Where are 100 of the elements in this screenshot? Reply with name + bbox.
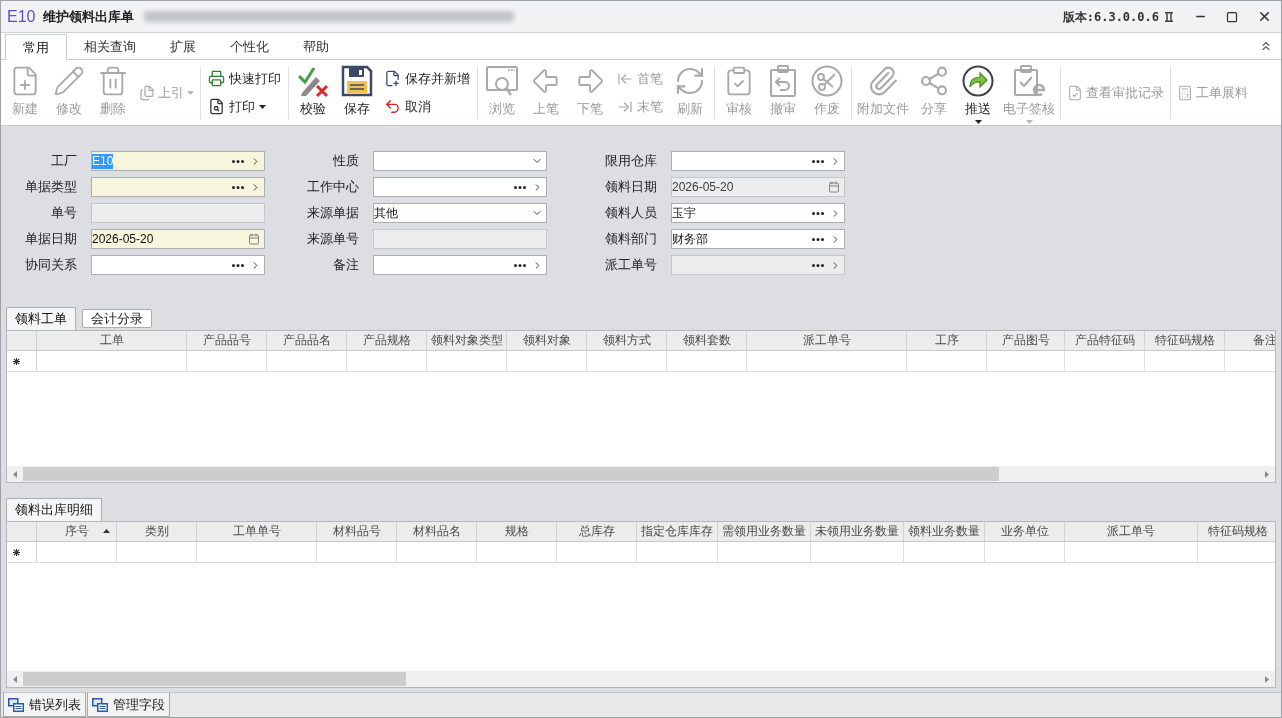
clipboard-undo-icon — [767, 65, 799, 97]
field-label: 领料部门 — [604, 231, 657, 247]
grid-tab[interactable]: 领料出库明细 — [6, 498, 102, 521]
column-header[interactable]: 产品品号 — [187, 331, 267, 350]
lookup-field[interactable]: 玉宇 — [671, 203, 845, 223]
dropdown-field[interactable] — [373, 151, 547, 171]
toolbar-button[interactable]: 保存并新增 — [382, 67, 472, 90]
date-field[interactable]: 2026-05-20 — [91, 229, 265, 249]
column-header[interactable]: 规格 — [477, 522, 557, 541]
column-header[interactable]: 特征码规格 — [1198, 522, 1275, 541]
more-icon[interactable] — [232, 185, 244, 189]
column-header[interactable]: 需领用业务数量 — [718, 522, 811, 541]
column-header[interactable]: 工单 — [37, 331, 187, 350]
more-icon[interactable] — [514, 263, 526, 267]
lookup-field[interactable] — [91, 177, 265, 197]
lookup-field[interactable] — [91, 255, 265, 275]
lookup-field[interactable] — [671, 151, 845, 171]
column-header[interactable]: 工序 — [907, 331, 987, 350]
scroll-right-icon[interactable] — [1265, 470, 1269, 478]
calculator-icon — [1177, 84, 1193, 101]
more-icon[interactable] — [812, 211, 824, 215]
chevron-right-icon[interactable] — [250, 155, 261, 167]
ribbon-tab[interactable]: 常用 — [5, 34, 67, 60]
column-header[interactable]: 领料套数 — [667, 331, 747, 350]
scroll-left-icon[interactable] — [13, 675, 17, 683]
column-header[interactable]: 派工单号 — [747, 331, 907, 350]
maximize-icon — [1226, 10, 1238, 23]
scrollbar-thumb[interactable] — [23, 467, 1000, 481]
pencil-icon — [53, 65, 85, 97]
bottom-tab[interactable]: 错误列表 — [3, 693, 86, 717]
calendar-icon[interactable] — [248, 233, 260, 245]
toolbar-button[interactable]: 保存 — [335, 60, 379, 125]
column-header[interactable]: 领料对象 — [507, 331, 587, 350]
toolbar-button[interactable]: 推送 — [956, 60, 1000, 125]
grid-tab[interactable]: 会计分录 — [82, 309, 152, 328]
field-label: 领料日期 — [604, 179, 657, 195]
double-bar-icon[interactable] — [1165, 11, 1173, 22]
bottom-tab[interactable]: 管理字段 — [87, 693, 170, 717]
column-header[interactable]: 总库存 — [557, 522, 637, 541]
lookup-field[interactable] — [373, 255, 547, 275]
column-header[interactable]: 领料对象类型 — [427, 331, 507, 350]
column-header[interactable]: 派工单号 — [1065, 522, 1198, 541]
ribbon-tab[interactable]: 相关查询 — [67, 34, 153, 60]
clipboard-check-e-icon — [1013, 65, 1045, 97]
undo-icon — [384, 98, 401, 115]
windows-icon — [8, 697, 24, 712]
document-check-icon — [1067, 84, 1083, 101]
chevron-right-icon[interactable] — [250, 259, 261, 271]
more-icon[interactable] — [232, 263, 244, 267]
toolbar-button[interactable]: 快速打印 — [206, 67, 283, 90]
column-header[interactable]: 材料品名 — [397, 522, 477, 541]
column-header[interactable]: 未领用业务数量 — [811, 522, 904, 541]
toolbar-button[interactable]: 取消 — [382, 95, 472, 118]
horizontal-scrollbar[interactable] — [7, 466, 1275, 482]
column-header[interactable]: 材料品号 — [317, 522, 397, 541]
scroll-right-icon[interactable] — [1265, 675, 1269, 683]
caret-icon — [259, 104, 266, 109]
toolbar-button[interactable]: 打印 — [206, 95, 283, 118]
asterisk-icon — [13, 548, 20, 556]
toolbar-button[interactable]: 校验 — [291, 60, 335, 125]
document-search-icon — [208, 98, 225, 115]
caret-icon — [187, 90, 194, 95]
caret-icon — [974, 120, 982, 124]
ribbon-tab[interactable]: 扩展 — [153, 34, 213, 60]
chevron-right-icon[interactable] — [250, 181, 261, 193]
scissors-circle-icon — [811, 65, 843, 97]
caret-icon — [1025, 120, 1033, 124]
column-header[interactable]: 特征码规格 — [1145, 331, 1225, 350]
horizontal-scrollbar[interactable] — [7, 671, 1275, 687]
field-value: 财务部 — [672, 231, 708, 247]
share-icon — [918, 65, 950, 97]
scroll-left-icon[interactable] — [13, 470, 17, 478]
column-header[interactable]: 领料方式 — [587, 331, 667, 350]
chevrons-up-icon[interactable] — [1259, 39, 1273, 53]
more-icon[interactable] — [514, 185, 526, 189]
column-header[interactable]: 产品图号 — [987, 331, 1065, 350]
column-header[interactable]: 产品特征码 — [1065, 331, 1145, 350]
grid-tab[interactable]: 领料工单 — [6, 307, 76, 330]
field-value: 玉宇 — [672, 205, 696, 221]
document-plus-icon — [384, 70, 401, 87]
more-icon[interactable] — [232, 159, 244, 163]
column-header[interactable]: 产品品名 — [267, 331, 347, 350]
scrollbar-thumb[interactable] — [23, 672, 407, 686]
column-header[interactable]: 指定仓库库存 — [637, 522, 718, 541]
lookup-field[interactable]: 财务部 — [671, 229, 845, 249]
ribbon-tab[interactable]: 帮助 — [286, 34, 346, 60]
window-title: 维护领料出库单 — [43, 8, 135, 25]
lookup-field[interactable] — [373, 177, 547, 197]
column-header[interactable]: 产品规格 — [347, 331, 427, 350]
ribbon-tab[interactable]: 个性化 — [213, 34, 286, 60]
field-label: 备注 — [332, 257, 359, 273]
column-header[interactable]: 业务单位 — [985, 522, 1065, 541]
more-icon[interactable] — [812, 159, 824, 163]
dropdown-field[interactable]: 其他 — [373, 203, 547, 223]
documents-icon — [139, 84, 155, 101]
column-header[interactable]: 工单单号 — [197, 522, 317, 541]
column-header[interactable]: 领料业务数量 — [904, 522, 985, 541]
column-header[interactable]: 序号 — [37, 522, 117, 541]
more-icon[interactable] — [812, 237, 824, 241]
column-header[interactable]: 类别 — [117, 522, 197, 541]
